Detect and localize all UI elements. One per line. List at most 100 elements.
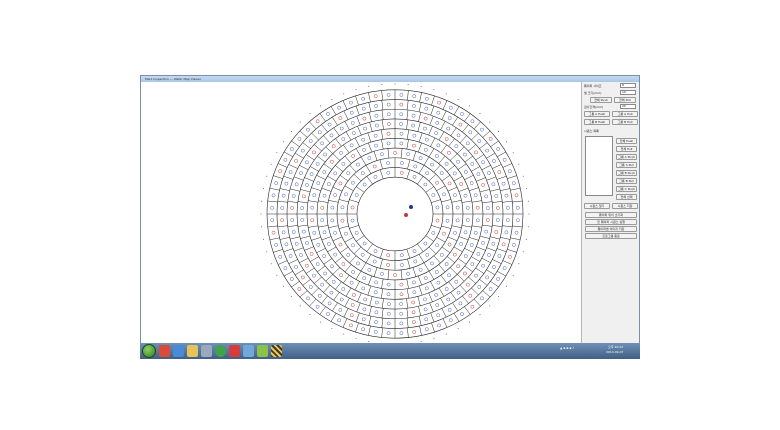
run-sequence-button[interactable]: 전 웨이퍼 시퀀스 실행 — [585, 219, 637, 225]
side-button-8[interactable]: 전체 선택 — [616, 194, 637, 200]
cell-marker[interactable] — [497, 254, 502, 258]
cell-marker[interactable] — [351, 154, 355, 158]
cell-marker[interactable] — [344, 192, 348, 197]
cell-marker[interactable] — [436, 143, 441, 148]
cell-marker[interactable] — [492, 265, 496, 269]
cell-marker[interactable] — [454, 144, 459, 149]
pull-all-button[interactable]: 전체 Pull — [614, 97, 636, 103]
cell-marker[interactable] — [476, 252, 481, 256]
cell-marker[interactable] — [447, 181, 452, 186]
cell-marker[interactable] — [340, 218, 345, 223]
cell-marker[interactable] — [435, 180, 439, 185]
cell-marker[interactable] — [361, 106, 366, 111]
cell-marker[interactable] — [351, 243, 355, 248]
cell-marker[interactable] — [501, 242, 506, 247]
cell-marker[interactable] — [308, 139, 313, 143]
cell-marker[interactable] — [290, 218, 295, 222]
cell-marker[interactable] — [424, 276, 428, 281]
sequence-save-button[interactable]: 시퀀스 저장 — [612, 203, 638, 209]
cell-marker[interactable] — [481, 241, 485, 245]
cell-marker[interactable] — [487, 171, 491, 175]
stripes-icon[interactable] — [271, 345, 282, 357]
cell-marker[interactable] — [465, 282, 470, 287]
cell-marker[interactable] — [425, 171, 430, 176]
cell-marker[interactable] — [322, 254, 327, 258]
browser-icon[interactable] — [173, 345, 184, 357]
cell-marker[interactable] — [485, 148, 490, 153]
cell-marker[interactable] — [423, 297, 427, 302]
cell-marker[interactable] — [300, 275, 305, 280]
cell-marker[interactable] — [458, 301, 463, 306]
cell-marker[interactable] — [475, 205, 480, 210]
cell-marker[interactable] — [294, 265, 298, 269]
cell-marker[interactable] — [456, 264, 460, 269]
cell-marker[interactable] — [459, 242, 464, 246]
cell-marker[interactable] — [283, 157, 288, 162]
cell-marker[interactable] — [351, 270, 355, 274]
cell-marker[interactable] — [446, 297, 451, 302]
cell-marker[interactable] — [363, 297, 367, 302]
selected-marker-blue[interactable] — [409, 205, 413, 209]
cell-marker[interactable] — [356, 261, 360, 266]
cell-marker[interactable] — [399, 292, 404, 297]
cell-marker[interactable] — [444, 137, 449, 141]
cell-marker[interactable] — [386, 161, 390, 165]
cell-marker[interactable] — [300, 218, 305, 222]
cell-marker[interactable] — [412, 133, 417, 138]
cell-marker[interactable] — [435, 121, 440, 125]
cell-marker[interactable] — [323, 271, 327, 276]
wafer-map[interactable] — [227, 81, 579, 347]
cell-marker[interactable] — [284, 181, 289, 186]
cell-marker[interactable] — [399, 93, 404, 97]
cell-marker[interactable] — [350, 303, 355, 307]
cell-marker[interactable] — [437, 323, 441, 328]
cell-marker[interactable] — [476, 172, 481, 176]
cell-marker[interactable] — [463, 152, 467, 157]
cell-marker[interactable] — [350, 205, 355, 210]
cell-marker[interactable] — [374, 104, 378, 108]
cell-marker[interactable] — [349, 280, 354, 285]
cell-marker[interactable] — [447, 116, 452, 120]
cell-marker[interactable] — [291, 230, 296, 234]
cell-marker[interactable] — [330, 218, 335, 223]
cell-marker[interactable] — [329, 290, 334, 295]
cell-marker[interactable] — [481, 160, 485, 165]
cell-marker[interactable] — [456, 159, 460, 164]
cell-marker[interactable] — [350, 218, 355, 223]
cell-marker[interactable] — [301, 194, 306, 199]
side-button-6[interactable]: 그룹 B Pull — [616, 178, 637, 184]
cell-marker[interactable] — [283, 266, 288, 271]
cell-marker[interactable] — [423, 241, 428, 246]
cell-marker[interactable] — [435, 270, 439, 274]
cell-marker[interactable] — [386, 263, 390, 267]
cell-marker[interactable] — [460, 112, 464, 116]
cell-marker[interactable] — [354, 231, 359, 235]
cell-marker[interactable] — [399, 302, 403, 306]
cell-marker[interactable] — [399, 131, 404, 136]
cell-marker[interactable] — [306, 127, 310, 132]
cell-marker[interactable] — [435, 243, 439, 248]
cell-marker[interactable] — [315, 304, 320, 309]
cell-marker[interactable] — [331, 144, 336, 149]
cell-marker[interactable] — [494, 230, 499, 234]
cell-marker[interactable] — [444, 162, 449, 166]
cell-marker[interactable] — [439, 253, 444, 257]
cell-marker[interactable] — [294, 182, 299, 187]
cell-marker[interactable] — [453, 193, 457, 197]
cell-marker[interactable] — [431, 231, 436, 235]
cell-marker[interactable] — [323, 152, 327, 157]
cell-marker[interactable] — [349, 143, 354, 148]
cell-marker[interactable] — [411, 113, 416, 118]
cell-marker[interactable] — [300, 206, 305, 210]
cell-marker[interactable] — [315, 162, 320, 166]
cell-marker[interactable] — [424, 286, 429, 291]
cell-marker[interactable] — [434, 293, 438, 297]
cell-marker[interactable] — [468, 293, 473, 298]
cell-marker[interactable] — [413, 164, 418, 169]
cell-marker[interactable] — [477, 285, 482, 289]
cell-marker[interactable] — [356, 162, 360, 167]
cell-marker[interactable] — [495, 206, 500, 210]
cell-marker[interactable] — [435, 218, 440, 223]
cell-marker[interactable] — [474, 273, 478, 278]
side-button-2[interactable]: 전체 Pull — [616, 146, 637, 152]
